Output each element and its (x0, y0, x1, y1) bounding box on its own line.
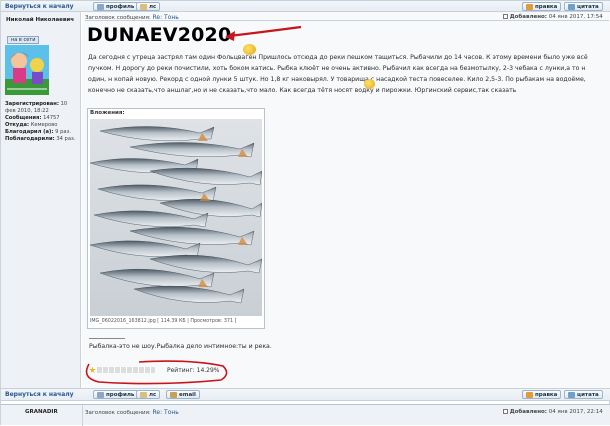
back-to-top-link[interactable]: Вернуться к началу (5, 391, 74, 398)
back-to-top-link[interactable]: Вернуться к началу (5, 3, 74, 10)
profile-button[interactable]: профиль (93, 390, 139, 399)
author-was-thanked: Поблагодарили: 34 раз. (5, 136, 76, 142)
post-text: Да сегодня с утреца застрял там один Фол… (88, 54, 588, 94)
email-icon (170, 391, 177, 398)
post-bottom-bar: Вернуться к началу профиль лс email прав… (1, 388, 610, 401)
author-registered: Зарегистрирован: 10 фев 2010, 18:22 (5, 101, 68, 114)
smiley-icon (364, 79, 375, 89)
column-divider (82, 405, 83, 426)
pm-button[interactable]: лс (136, 2, 161, 11)
post-link-icon[interactable] (503, 14, 508, 19)
post-top-bar: Вернуться к началу профиль лс правка цит… (1, 0, 610, 12)
author-details: Зарегистрирован: 10 фев 2010, 18:22 Сооб… (5, 101, 79, 143)
quote-icon (568, 3, 575, 10)
post-link-icon[interactable] (503, 409, 508, 414)
quote-button[interactable]: цитата (564, 2, 603, 11)
next-post-subject-link[interactable]: Re: Тонь (153, 409, 179, 416)
quote-button[interactable]: цитата (564, 390, 603, 399)
red-ellipse-annotation (85, 360, 228, 385)
avatar (5, 45, 49, 95)
edit-button[interactable]: правка (522, 390, 562, 399)
fish-photo[interactable] (89, 119, 263, 316)
online-status-badge: на в сети (7, 36, 40, 44)
signature-divider (89, 338, 125, 339)
author-thanked: Благодарил (а): 9 раз. (5, 129, 71, 135)
envelope-icon (140, 391, 147, 398)
pm-button[interactable]: лс (136, 390, 161, 399)
profile-button[interactable]: профиль (93, 2, 139, 11)
attachments-label: Вложения: (90, 110, 125, 116)
pencil-icon (526, 391, 533, 398)
red-arrow-annotation (225, 25, 302, 41)
profile-icon (97, 3, 104, 10)
attachment-caption: IMG_06022016_163812.jpg [ 114.39 КБ | Пр… (90, 319, 237, 324)
pencil-icon (526, 3, 533, 10)
next-post-subject: Заголовок сообщения: Re: Тонь (85, 409, 179, 416)
email-button[interactable]: email (166, 390, 200, 399)
edit-button[interactable]: правка (522, 2, 562, 11)
signature-text: Рыбалка-это не шоу.Рыбалка дело интимное… (89, 343, 272, 350)
next-post-header: GRANADIR Заголовок сообщения: Re: Тонь Д… (1, 404, 610, 426)
author-posts: Сообщения: 14757 (5, 115, 60, 121)
envelope-icon (140, 3, 147, 10)
header-divider (85, 20, 609, 21)
profile-icon (97, 391, 104, 398)
author-name[interactable]: Николай Николаевич (6, 17, 74, 23)
author-location: Откуда: Кемерово (5, 122, 58, 128)
author-panel: Николай Николаевич на в сети Зарегистрир… (1, 12, 81, 388)
smiley-icon (243, 44, 256, 55)
attachment-box: Вложения: IMG_06022016_163812.jpg [114.… (87, 108, 265, 329)
annotation-label: DUNAEV2020 (87, 24, 232, 46)
next-post-date: Добавлено: 04 янв 2017, 22:14 (503, 409, 603, 415)
quote-icon (568, 391, 575, 398)
next-post-author[interactable]: GRANADIR (25, 409, 58, 415)
forum-page: Вернуться к началу профиль лс правка цит… (0, 0, 610, 426)
